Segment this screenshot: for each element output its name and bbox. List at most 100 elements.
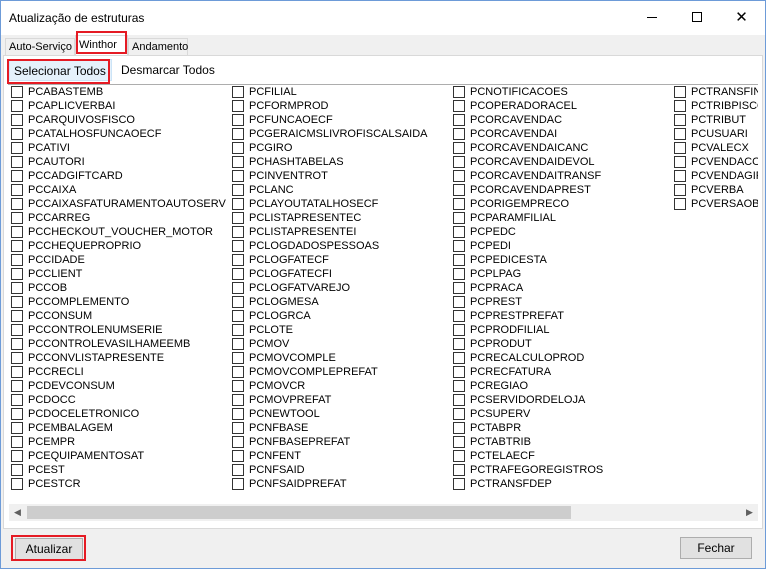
checkbox[interactable] [453, 212, 465, 224]
checkbox[interactable] [232, 254, 244, 266]
checkbox[interactable] [453, 310, 465, 322]
checkbox[interactable] [11, 142, 23, 154]
checkbox[interactable] [674, 184, 686, 196]
checkbox[interactable] [453, 366, 465, 378]
checkbox[interactable] [11, 296, 23, 308]
checkbox[interactable] [674, 142, 686, 154]
checkbox[interactable] [11, 282, 23, 294]
checkbox[interactable] [453, 408, 465, 420]
checkbox[interactable] [11, 184, 23, 196]
checkbox[interactable] [232, 282, 244, 294]
checkbox[interactable] [232, 268, 244, 280]
checkbox[interactable] [232, 184, 244, 196]
checkbox[interactable] [11, 436, 23, 448]
checkbox[interactable] [674, 170, 686, 182]
checkbox[interactable] [232, 198, 244, 210]
checkbox[interactable] [674, 128, 686, 140]
checkbox[interactable] [11, 408, 23, 420]
checkbox[interactable] [232, 478, 244, 490]
checkbox[interactable] [674, 156, 686, 168]
checkbox[interactable] [453, 184, 465, 196]
checkbox[interactable] [11, 100, 23, 112]
checkbox[interactable] [232, 366, 244, 378]
checkbox[interactable] [453, 464, 465, 476]
checkbox[interactable] [453, 352, 465, 364]
checkbox[interactable] [232, 464, 244, 476]
checkbox[interactable] [453, 436, 465, 448]
checkbox[interactable] [11, 338, 23, 350]
checkbox[interactable] [674, 86, 686, 98]
checkbox[interactable] [453, 128, 465, 140]
scroll-left-icon[interactable]: ◀ [9, 504, 26, 521]
checkbox[interactable] [453, 170, 465, 182]
checkbox[interactable] [674, 114, 686, 126]
checkbox[interactable] [11, 240, 23, 252]
checkbox[interactable] [453, 282, 465, 294]
checkbox[interactable] [453, 254, 465, 266]
checkbox[interactable] [232, 86, 244, 98]
checkbox[interactable] [11, 464, 23, 476]
checkbox[interactable] [232, 450, 244, 462]
checkbox[interactable] [11, 380, 23, 392]
checkbox[interactable] [232, 338, 244, 350]
checkbox[interactable] [232, 240, 244, 252]
close-button[interactable]: Fechar [680, 537, 752, 559]
minimize-button[interactable] [629, 1, 674, 33]
checkbox[interactable] [11, 114, 23, 126]
checkbox[interactable] [11, 254, 23, 266]
checkbox[interactable] [453, 296, 465, 308]
checkbox[interactable] [11, 352, 23, 364]
checkbox[interactable] [11, 366, 23, 378]
checkbox[interactable] [674, 100, 686, 112]
checkbox[interactable] [232, 324, 244, 336]
checkbox[interactable] [11, 394, 23, 406]
checkbox[interactable] [11, 450, 23, 462]
horizontal-scrollbar[interactable]: ◀ ▶ [9, 504, 758, 521]
checkbox[interactable] [11, 86, 23, 98]
checkbox[interactable] [453, 422, 465, 434]
checkbox[interactable] [232, 422, 244, 434]
checkbox[interactable] [11, 324, 23, 336]
checkbox[interactable] [232, 352, 244, 364]
checkbox[interactable] [674, 198, 686, 210]
checkbox[interactable] [232, 380, 244, 392]
checkbox[interactable] [11, 268, 23, 280]
checkbox[interactable] [453, 338, 465, 350]
checkbox[interactable] [11, 422, 23, 434]
checkbox[interactable] [11, 226, 23, 238]
checkbox[interactable] [11, 128, 23, 140]
checkbox[interactable] [11, 310, 23, 322]
checkbox[interactable] [232, 114, 244, 126]
maximize-button[interactable] [674, 1, 719, 33]
checkbox[interactable] [453, 226, 465, 238]
checkbox[interactable] [453, 100, 465, 112]
checkbox[interactable] [232, 156, 244, 168]
checkbox[interactable] [232, 100, 244, 112]
checkbox[interactable] [232, 436, 244, 448]
checkbox[interactable] [453, 156, 465, 168]
checkbox[interactable] [11, 170, 23, 182]
scroll-thumb[interactable] [27, 506, 571, 519]
checkbox[interactable] [232, 296, 244, 308]
deselect-all-button[interactable]: Desmarcar Todos [117, 59, 221, 81]
close-window-button[interactable]: ✕ [719, 1, 764, 33]
checkbox[interactable] [232, 310, 244, 322]
checkbox[interactable] [11, 156, 23, 168]
checkbox[interactable] [453, 324, 465, 336]
checkbox[interactable] [453, 114, 465, 126]
checkbox[interactable] [453, 394, 465, 406]
checkbox[interactable] [453, 268, 465, 280]
checkbox[interactable] [453, 198, 465, 210]
checkbox[interactable] [232, 142, 244, 154]
checkbox[interactable] [232, 212, 244, 224]
checkbox[interactable] [453, 380, 465, 392]
tab-andamento[interactable]: Andamento [128, 38, 188, 55]
checkbox[interactable] [453, 450, 465, 462]
checkbox[interactable] [232, 128, 244, 140]
checkbox[interactable] [232, 408, 244, 420]
checkbox[interactable] [453, 142, 465, 154]
checkbox[interactable] [11, 478, 23, 490]
checkbox[interactable] [232, 226, 244, 238]
scroll-right-icon[interactable]: ▶ [741, 504, 758, 521]
checkbox[interactable] [232, 394, 244, 406]
